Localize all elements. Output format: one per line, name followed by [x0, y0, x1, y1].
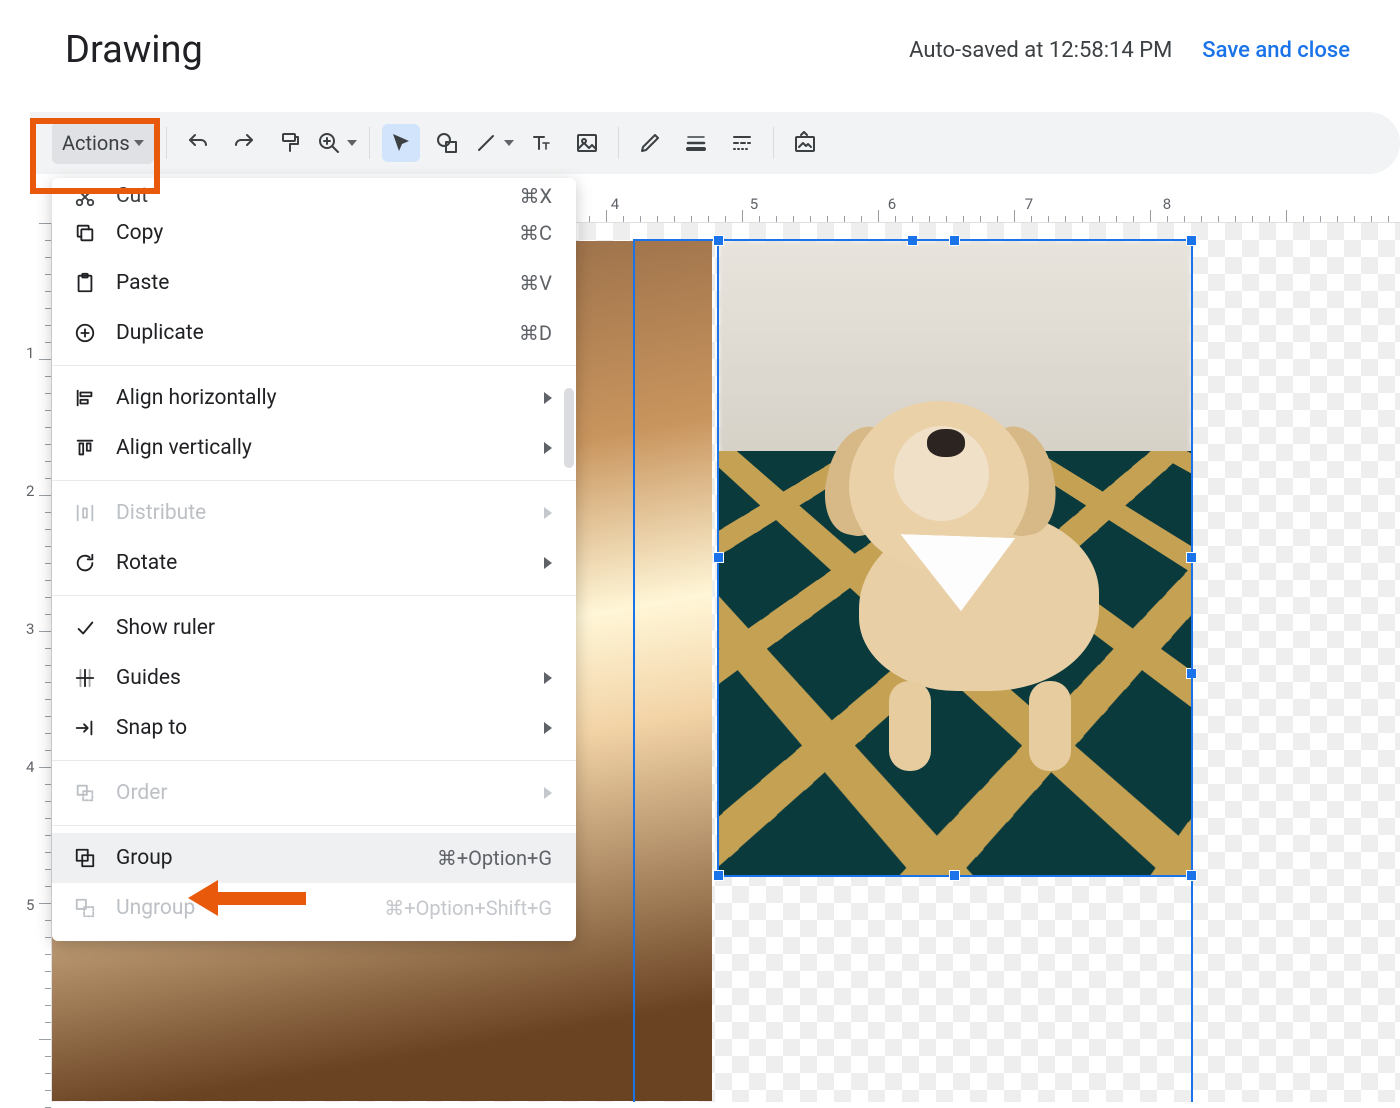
submenu-arrow-icon: [544, 557, 552, 569]
edit-button[interactable]: [631, 124, 669, 162]
rotate-icon: [72, 552, 98, 574]
order-icon: [72, 782, 98, 804]
autosave-status: Auto-saved at 12:58:14 PM: [909, 38, 1172, 63]
undo-button[interactable]: [179, 124, 217, 162]
align-vertical-icon: [72, 437, 98, 459]
group-icon: [72, 847, 98, 869]
caret-down-icon: [347, 140, 357, 146]
toolbar-separator: [166, 127, 167, 159]
toolbar-separator: [618, 127, 619, 159]
menu-scrollbar[interactable]: [564, 388, 574, 468]
page-title: Drawing: [65, 28, 203, 72]
submenu-arrow-icon: [544, 392, 552, 404]
copy-icon: [72, 222, 98, 244]
menu-item-copy[interactable]: Copy ⌘C: [52, 208, 576, 258]
paint-format-button[interactable]: [271, 124, 309, 162]
menu-item-show-ruler[interactable]: Show ruler: [52, 603, 576, 653]
menu-item-rotate[interactable]: Rotate: [52, 538, 576, 588]
menu-item-order: Order: [52, 768, 576, 818]
menu-item-group[interactable]: Group ⌘+Option+G: [52, 833, 576, 883]
image-button[interactable]: [568, 124, 606, 162]
menu-item-snap-to[interactable]: Snap to: [52, 703, 576, 753]
reset-image-button[interactable]: [786, 124, 824, 162]
menu-item-distribute: Distribute: [52, 488, 576, 538]
menu-item-ungroup: Ungroup ⌘+Option+Shift+G: [52, 883, 576, 933]
guides-icon: [72, 667, 98, 689]
actions-dropdown-menu: Cut ⌘X Copy ⌘C Paste ⌘V Duplicate ⌘D Ali…: [52, 178, 576, 941]
toolbar-separator: [369, 127, 370, 159]
submenu-arrow-icon: [544, 672, 552, 684]
menu-item-align-horizontally[interactable]: Align horizontally: [52, 373, 576, 423]
align-horizontal-icon: [72, 387, 98, 409]
shape-tool-button[interactable]: [428, 124, 466, 162]
save-and-close-button[interactable]: Save and close: [1202, 38, 1350, 63]
ruler-vertical: 1 2 3 4 5: [22, 223, 52, 1102]
snap-icon: [72, 717, 98, 739]
ungroup-icon: [72, 897, 98, 919]
menu-item-duplicate[interactable]: Duplicate ⌘D: [52, 308, 576, 358]
selection-box-image[interactable]: [717, 239, 1193, 877]
submenu-arrow-icon: [544, 722, 552, 734]
annotation-arrow: [188, 880, 306, 916]
line-tool-button[interactable]: [474, 124, 514, 162]
duplicate-icon: [72, 322, 98, 344]
zoom-button[interactable]: [317, 124, 357, 162]
annotation-highlight-actions: [30, 118, 160, 194]
text-box-button[interactable]: [522, 124, 560, 162]
select-tool-button[interactable]: [382, 124, 420, 162]
submenu-arrow-icon: [544, 442, 552, 454]
menu-item-paste[interactable]: Paste ⌘V: [52, 258, 576, 308]
menu-item-guides[interactable]: Guides: [52, 653, 576, 703]
submenu-arrow-icon: [544, 787, 552, 799]
toolbar-separator: [773, 127, 774, 159]
border-weight-button[interactable]: [677, 124, 715, 162]
check-icon: [72, 617, 98, 639]
paste-icon: [72, 272, 98, 294]
caret-down-icon: [504, 140, 514, 146]
submenu-arrow-icon: [544, 507, 552, 519]
redo-button[interactable]: [225, 124, 263, 162]
distribute-icon: [72, 502, 98, 524]
menu-item-align-vertically[interactable]: Align vertically: [52, 423, 576, 473]
toolbar: Actions: [30, 112, 1400, 174]
border-dash-button[interactable]: [723, 124, 761, 162]
